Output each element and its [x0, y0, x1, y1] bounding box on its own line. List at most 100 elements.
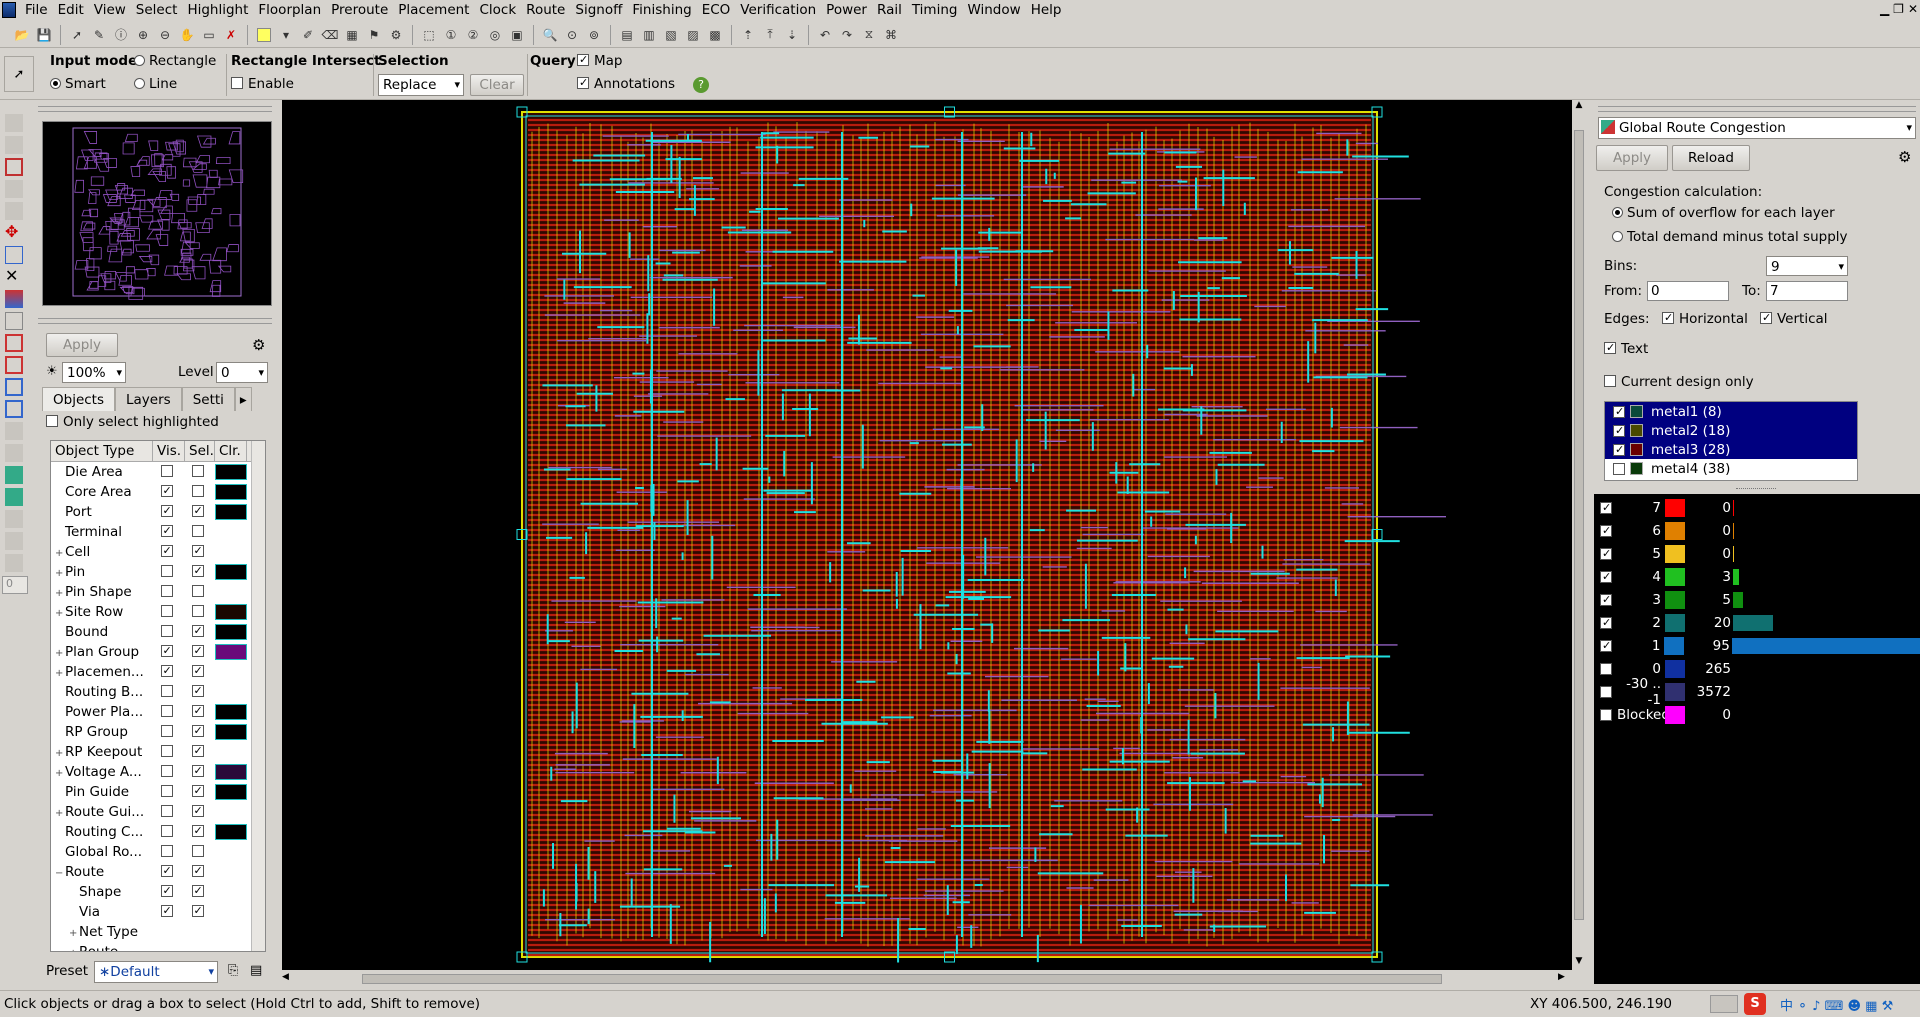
tab-layers[interactable]: Layers [115, 387, 182, 411]
table-row[interactable]: − Route [51, 862, 265, 882]
vertical-scroll-thumb[interactable] [1574, 130, 1584, 920]
col-clr[interactable]: Clr. [215, 441, 247, 461]
visible-checkbox[interactable] [160, 845, 173, 857]
bins-spinbox[interactable]: 9 [1766, 256, 1848, 277]
table-row[interactable]: + Placemen... [51, 662, 265, 682]
layer-item[interactable]: metal2 (18) [1605, 421, 1857, 440]
visible-checkbox[interactable] [160, 745, 173, 757]
expand-icon[interactable]: + [55, 808, 65, 819]
expand-icon[interactable]: + [69, 928, 79, 939]
expand-icon[interactable]: + [55, 668, 65, 679]
zoom-2-icon[interactable]: ② [463, 25, 483, 45]
color-swatch[interactable] [215, 724, 247, 740]
highlight-eraser-icon[interactable]: ⌫ [320, 25, 340, 45]
bin-checkbox[interactable] [1600, 524, 1612, 537]
text-checkbox[interactable]: Text [1604, 341, 1648, 357]
selectable-checkbox[interactable] [191, 905, 204, 917]
layer-checkbox[interactable] [1613, 424, 1625, 437]
bin-checkbox[interactable] [1600, 547, 1612, 560]
map-settings-gear-icon[interactable]: ⚙ [1898, 148, 1911, 166]
visible-checkbox[interactable] [160, 485, 173, 497]
selectable-checkbox[interactable] [191, 845, 204, 857]
scroll-left-icon[interactable]: ◀ [282, 972, 296, 986]
selectable-checkbox[interactable] [191, 785, 204, 797]
splitter-handle[interactable] [1736, 488, 1776, 491]
input-method-logo[interactable]: S [1744, 993, 1766, 1015]
menu-help[interactable]: Help [1026, 0, 1067, 20]
map-view-icon[interactable]: ▥ [639, 25, 659, 45]
ruler-icon[interactable]: ▭ [199, 25, 219, 45]
scroll-right-icon[interactable]: ▶ [1558, 972, 1572, 986]
move-down-icon[interactable]: ⇣ [782, 25, 802, 45]
tool-icon-5[interactable] [5, 202, 23, 220]
map-checkbox[interactable]: Map [577, 53, 623, 69]
align-tool-icon[interactable] [5, 334, 23, 352]
panel-grip-2[interactable] [38, 318, 272, 324]
reload-button[interactable]: Reload [1672, 145, 1750, 171]
table-row[interactable]: + RP Keepout [51, 742, 265, 762]
current-design-only-checkbox[interactable]: Current design only [1604, 374, 1754, 390]
tool-icon-20[interactable] [5, 532, 23, 550]
menu-select[interactable]: Select [131, 0, 183, 20]
tool-icon-21[interactable] [5, 554, 23, 572]
selectable-checkbox[interactable] [191, 825, 204, 837]
zoom-in-icon[interactable]: ⊕ [133, 25, 153, 45]
table-row[interactable]: + Cell [51, 542, 265, 562]
preset-menu-icon[interactable]: ▤ [250, 963, 262, 978]
selectable-checkbox[interactable] [191, 745, 204, 757]
table-row[interactable]: Terminal [51, 522, 265, 542]
brightness-dropdown[interactable]: 100% [62, 362, 126, 383]
table-row[interactable]: Shape [51, 882, 265, 902]
highlight-pen-icon[interactable]: ✐ [298, 25, 318, 45]
visible-checkbox[interactable] [160, 565, 173, 577]
line-radio[interactable]: Line [134, 76, 177, 92]
fit-all-icon[interactable]: ⬚ [419, 25, 439, 45]
bin-checkbox[interactable] [1600, 708, 1612, 721]
color-swatch[interactable] [215, 924, 247, 940]
menu-power[interactable]: Power [821, 0, 872, 20]
menu-eco[interactable]: ECO [697, 0, 736, 20]
table-row[interactable]: Port [51, 502, 265, 522]
visible-checkbox[interactable] [160, 725, 173, 737]
bin-checkbox[interactable] [1600, 593, 1612, 606]
menu-verification[interactable]: Verification [735, 0, 821, 20]
layer-tool-icon[interactable] [5, 290, 23, 308]
grid-icon[interactable]: ▦ [342, 25, 362, 45]
table-row[interactable]: Routing B... [51, 682, 265, 702]
tab-scroll-right-icon[interactable]: ▸ [234, 387, 252, 411]
right-panel-grip[interactable] [1598, 106, 1916, 112]
panel-grip[interactable] [38, 106, 272, 112]
highlight-settings-icon[interactable]: ⚙ [386, 25, 406, 45]
expand-icon[interactable]: + [55, 608, 65, 619]
selectable-checkbox[interactable] [191, 645, 204, 657]
net-tool-icon[interactable] [5, 466, 23, 484]
menu-highlight[interactable]: Highlight [182, 0, 253, 20]
visible-checkbox[interactable] [160, 645, 173, 657]
layer-item[interactable]: metal1 (8) [1605, 402, 1857, 421]
color-swatch[interactable] [215, 824, 247, 840]
to-input[interactable]: 7 [1766, 281, 1848, 301]
map-apply-button[interactable]: Apply [1596, 145, 1668, 171]
tool-icon-15[interactable] [5, 422, 23, 440]
color-swatch[interactable] [215, 664, 247, 680]
tray-icons[interactable]: 中 ⚬ ♪ ⌨ ☻ ▦ ⚒ [1780, 995, 1893, 1014]
menu-timing[interactable]: Timing [907, 0, 963, 20]
visible-checkbox[interactable] [160, 905, 173, 917]
undo-icon[interactable]: ↶ [815, 25, 835, 45]
table-row[interactable]: Global Ro... [51, 842, 265, 862]
history-icon[interactable]: ⧖ [859, 25, 879, 45]
table-row[interactable]: Pin Guide [51, 782, 265, 802]
scroll-down-icon[interactable]: ▼ [1572, 956, 1586, 970]
zoom-prev-icon[interactable]: ⊙ [562, 25, 582, 45]
resize-tool-icon[interactable] [5, 400, 23, 418]
canvas-vertical-scrollbar[interactable]: ▲ ▼ [1572, 100, 1586, 970]
layer-checkbox[interactable] [1613, 405, 1625, 418]
table-row[interactable]: Bound [51, 622, 265, 642]
move-up-icon[interactable]: ⇡ [738, 25, 758, 45]
color-swatch[interactable] [215, 744, 247, 760]
visible-checkbox[interactable] [160, 765, 173, 777]
tool-icon-1[interactable] [5, 114, 23, 132]
color-swatch[interactable] [215, 784, 247, 800]
vertical-checkbox[interactable]: Vertical [1760, 311, 1828, 327]
selectable-checkbox[interactable] [191, 705, 204, 717]
